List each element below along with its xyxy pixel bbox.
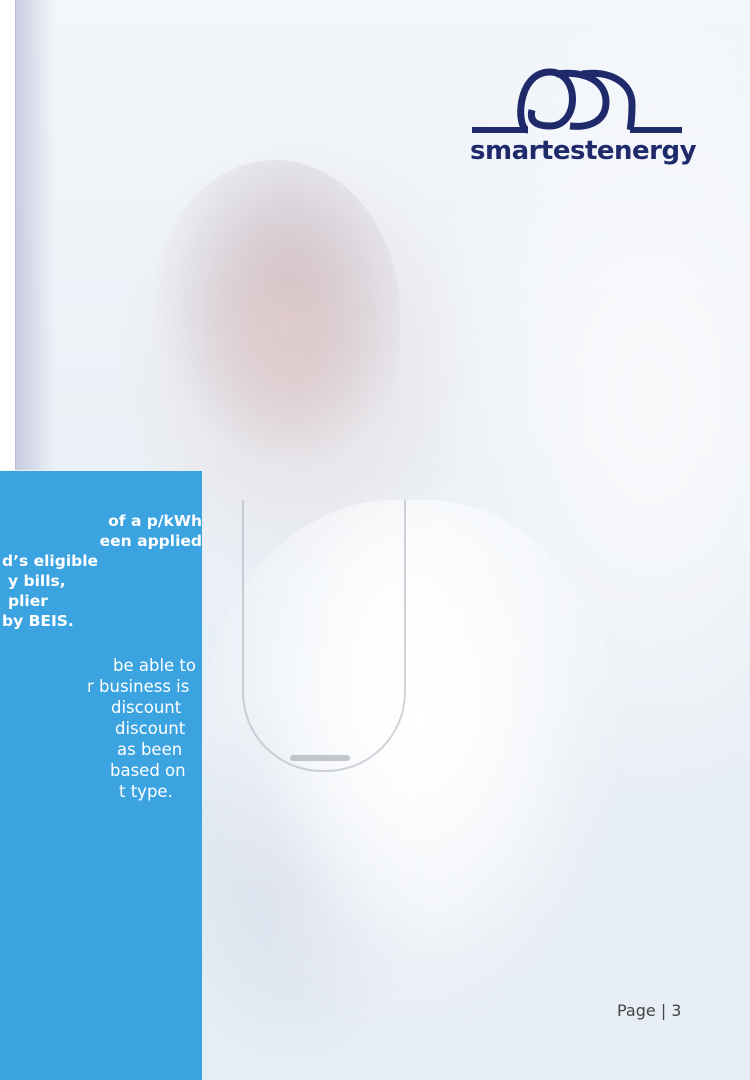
text-line: as been — [117, 740, 183, 759]
text-line: by BEIS. — [2, 612, 74, 630]
brand-logo: smartestenergy — [470, 64, 697, 174]
text-line: discount — [111, 698, 182, 717]
text-line: discount — [115, 719, 186, 738]
photo-necklace-pendant — [290, 755, 350, 761]
text-line: plier — [8, 592, 48, 610]
logo-wordmark: smartestenergy — [470, 136, 697, 166]
left-page-edge — [0, 0, 16, 470]
text-line: d’s eligible — [2, 552, 99, 570]
text-line: t type. — [119, 782, 173, 801]
panel-body-text: be able to r business is discount discou… — [0, 655, 202, 802]
info-panel: of a p/kWh een applied d’s eligible y bi… — [0, 471, 202, 1080]
text-line: r business is — [87, 677, 190, 696]
page-number: Page | 3 — [617, 1001, 682, 1020]
text-line: be able to — [113, 656, 196, 675]
panel-bold-text: of a p/kWh een applied d’s eligible y bi… — [0, 511, 202, 631]
background-shadow — [15, 0, 55, 470]
logo-mark-icon — [472, 68, 682, 134]
text-line: een applied — [99, 532, 202, 550]
text-line: of a p/kWh — [108, 512, 202, 530]
photo-necklace — [242, 500, 406, 772]
photo-face — [200, 220, 370, 450]
text-line: based on — [110, 761, 186, 780]
text-line: y bills, — [8, 572, 66, 590]
